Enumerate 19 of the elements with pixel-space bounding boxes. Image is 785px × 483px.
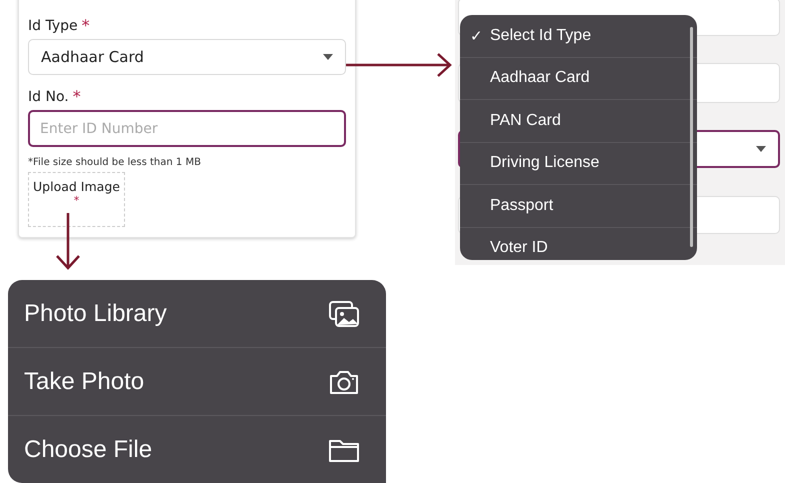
required-asterisk: * (74, 194, 80, 207)
field-label: Id No. (28, 88, 69, 106)
caret-icon (323, 54, 333, 60)
upload-label: Upload Image (33, 179, 120, 194)
action-sheet-item[interactable]: Photo Library (8, 280, 386, 348)
action-sheet-item[interactable]: Choose File (8, 416, 386, 483)
required-asterisk: * (72, 88, 81, 106)
id-number-field[interactable]: Enter ID Number (28, 110, 346, 147)
upload-image-box[interactable]: Upload Image * (28, 172, 125, 227)
camera-icon (328, 368, 360, 394)
photos-icon (328, 300, 360, 328)
file-size-note: *File size should be less than 1 MB (28, 157, 202, 168)
checkmark: ✓ (470, 26, 483, 45)
arrow (55, 213, 81, 271)
field-label: Id Type (28, 17, 78, 35)
caret-icon (756, 146, 766, 152)
required-asterisk: * (82, 17, 90, 35)
action-sheet-item[interactable]: Take Photo (8, 348, 386, 416)
id-type-select[interactable]: Aadhaar Card (28, 39, 346, 75)
